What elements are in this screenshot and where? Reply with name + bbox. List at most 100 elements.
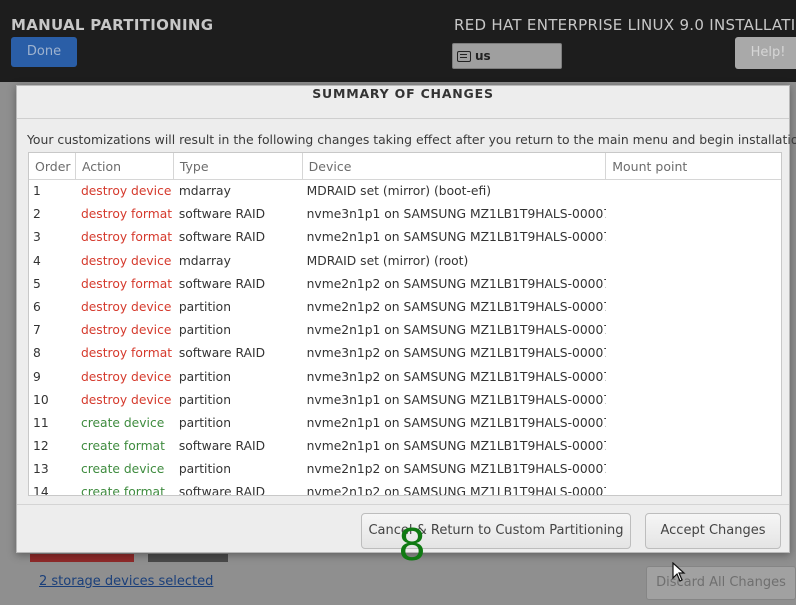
mount-point-cell (606, 366, 781, 389)
device-cell: MDRAID set (mirror) (root) (306, 253, 469, 268)
type-cell: partition (178, 299, 232, 314)
table-row[interactable]: 9 destroy device partition nvme3n1p2 on SAM… (29, 366, 781, 389)
table-row[interactable]: 5 destroy format software RAID nvme2n1p2 on… (29, 273, 781, 296)
order-cell: 12 (33, 439, 49, 454)
device-cell: nvme2n1p2 on SAMSUNG MZ1LB1T9HALS-00007 (306, 299, 607, 314)
action-cell: destroy device (80, 392, 172, 407)
type-cell: software RAID (178, 276, 266, 291)
keyboard-layout-indicator[interactable]: us (452, 43, 562, 69)
action-cell: destroy format (80, 230, 173, 245)
action-cell: destroy device (80, 323, 172, 338)
column-header-order[interactable]: Order (29, 153, 76, 179)
order-cell: 13 (33, 462, 49, 477)
table-row[interactable]: 6 destroy device partition nvme2n1p2 on SAM… (29, 296, 781, 319)
done-button[interactable]: Done (11, 37, 77, 67)
order-cell: 6 (33, 299, 41, 314)
keyboard-icon (457, 50, 471, 62)
action-cell: destroy device (80, 184, 172, 198)
action-cell: destroy format (80, 207, 173, 222)
table-row[interactable]: 3 destroy format software RAID nvme2n1p1 on… (29, 226, 781, 249)
order-cell: 4 (33, 253, 41, 268)
type-cell: partition (178, 323, 232, 338)
device-cell: nvme3n1p1 on SAMSUNG MZ1LB1T9HALS-00007 (306, 392, 607, 407)
type-cell: software RAID (178, 230, 266, 245)
device-cell: nvme3n1p1 on SAMSUNG MZ1LB1T9HALS-00007 (306, 207, 607, 222)
mount-point-cell (606, 481, 781, 495)
dialog-title: SUMMARY OF CHANGES (17, 86, 789, 119)
action-cell: destroy device (80, 253, 172, 268)
mount-point-cell (606, 435, 781, 458)
column-header-device[interactable]: Device (303, 153, 607, 179)
mount-point-cell (606, 389, 781, 412)
storage-devices-link[interactable]: 2 storage devices selected (39, 574, 213, 589)
configure-button[interactable] (148, 554, 228, 562)
mount-point-cell (606, 180, 781, 203)
device-cell: nvme2n1p2 on SAMSUNG MZ1LB1T9HALS-00007 (306, 485, 607, 496)
mount-point-cell (606, 250, 781, 273)
accept-changes-button[interactable]: Accept Changes (645, 513, 781, 549)
column-header-action[interactable]: Action (76, 153, 174, 179)
action-cell: destroy format (80, 276, 173, 291)
type-cell: mdarray (178, 253, 231, 268)
action-cell: destroy device (80, 299, 172, 314)
table-row[interactable]: 13 create device partition nvme2n1p2 on SAM… (29, 458, 781, 481)
table-row[interactable]: 12 create format software RAID nvme2n1p1 on… (29, 435, 781, 458)
mount-point-cell (606, 458, 781, 481)
type-cell: partition (178, 369, 232, 384)
device-cell: nvme3n1p2 on SAMSUNG MZ1LB1T9HALS-00007 (306, 346, 607, 361)
remove-button[interactable] (30, 554, 134, 562)
table-row[interactable]: 10 destroy device partition nvme3n1p1 on SA… (29, 389, 781, 412)
type-cell: partition (178, 462, 232, 477)
action-cell: create device (80, 462, 165, 477)
mount-point-cell (606, 319, 781, 342)
table-header: Order Action Type Device Mount point (29, 153, 781, 180)
order-cell: 11 (33, 415, 49, 430)
mount-point-cell (606, 226, 781, 249)
step-number-badge: 8 (398, 520, 426, 571)
order-cell: 3 (33, 230, 41, 245)
installer-header: MANUAL PARTITIONING RED HAT ENTERPRISE L… (0, 0, 796, 82)
action-cell: destroy device (80, 369, 172, 384)
mount-point-cell (606, 273, 781, 296)
type-cell: software RAID (178, 439, 266, 454)
table-row[interactable]: 8 destroy format software RAID nvme3n1p2 on… (29, 342, 781, 365)
type-cell: partition (178, 415, 232, 430)
device-cell: nvme3n1p2 on SAMSUNG MZ1LB1T9HALS-00007 (306, 369, 607, 384)
page-title: MANUAL PARTITIONING (11, 16, 214, 34)
help-button[interactable]: Help! (735, 37, 796, 69)
type-cell: partition (178, 392, 232, 407)
type-cell: mdarray (178, 184, 231, 198)
device-cell: nvme2n1p2 on SAMSUNG MZ1LB1T9HALS-00007 (306, 462, 607, 477)
order-cell: 14 (33, 485, 49, 496)
order-cell: 8 (33, 346, 41, 361)
table-row[interactable]: 4 destroy device mdarray MDRAID set (mirror… (29, 250, 781, 273)
mount-point-cell (606, 342, 781, 365)
order-cell: 5 (33, 276, 41, 291)
device-cell: nvme2n1p2 on SAMSUNG MZ1LB1T9HALS-00007 (306, 276, 607, 291)
type-cell: software RAID (178, 485, 266, 496)
column-header-mount-point[interactable]: Mount point (606, 153, 781, 179)
type-cell: software RAID (178, 346, 266, 361)
device-cell: nvme2n1p1 on SAMSUNG MZ1LB1T9HALS-00007 (306, 439, 607, 454)
order-cell: 7 (33, 323, 41, 338)
mount-point-cell (606, 412, 781, 435)
column-header-type[interactable]: Type (174, 153, 303, 179)
table-row[interactable]: 1 destroy device mdarray MDRAID set (mirror… (29, 180, 781, 203)
type-cell: software RAID (178, 207, 266, 222)
device-cell: nvme2n1p1 on SAMSUNG MZ1LB1T9HALS-00007 (306, 415, 607, 430)
mount-point-cell (606, 203, 781, 226)
table-row[interactable]: 7 destroy device partition nvme2n1p1 on SAM… (29, 319, 781, 342)
table-row[interactable]: 11 create device partition nvme2n1p1 on SAM… (29, 412, 781, 435)
table-body: 1 destroy device mdarray MDRAID set (mirror… (29, 180, 781, 496)
device-cell: nvme2n1p1 on SAMSUNG MZ1LB1T9HALS-00007 (306, 230, 607, 245)
action-cell: create format (80, 439, 165, 454)
summary-of-changes-dialog: SUMMARY OF CHANGES Your customizations w… (16, 85, 796, 553)
order-cell: 9 (33, 369, 41, 384)
action-cell: create format (80, 485, 165, 496)
discard-all-changes-button[interactable]: Discard All Changes (646, 566, 796, 600)
table-row[interactable]: 2 destroy format software RAID nvme3n1p1 on… (29, 203, 781, 226)
product-title: RED HAT ENTERPRISE LINUX 9.0 INSTALLATIO… (454, 16, 796, 34)
keyboard-layout-label: us (475, 49, 491, 63)
device-cell: MDRAID set (mirror) (boot-efi) (306, 184, 492, 198)
table-row[interactable]: 14 create format software RAID nvme2n1p2 on… (29, 481, 781, 496)
